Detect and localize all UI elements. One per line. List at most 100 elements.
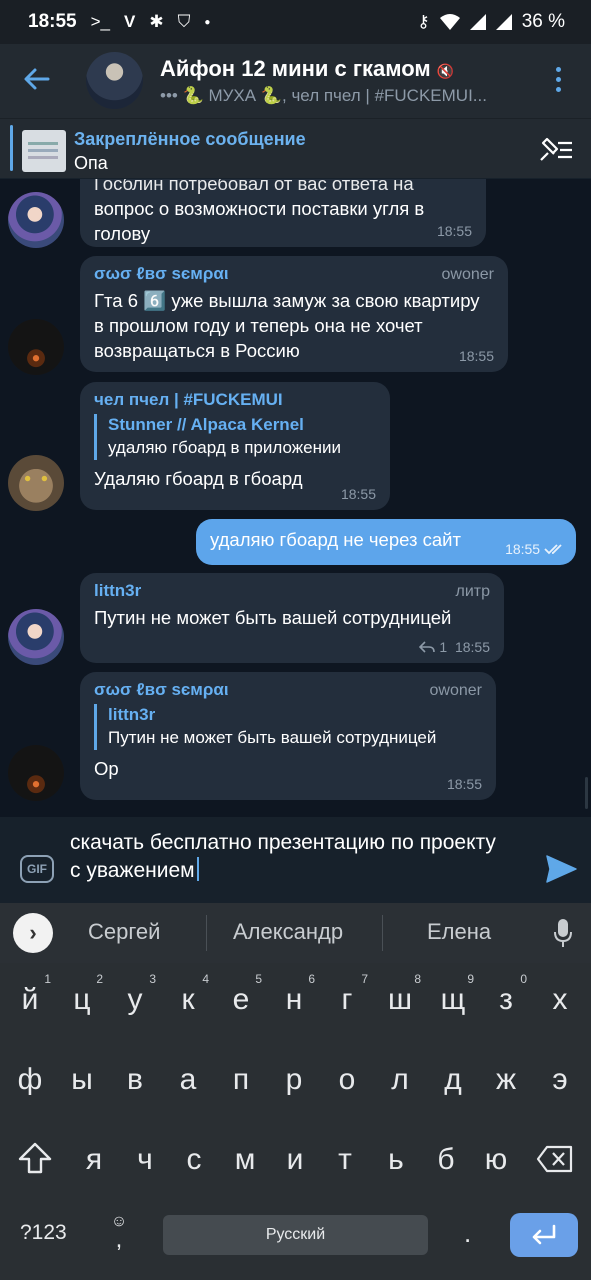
- key-с[interactable]: с: [169, 1130, 219, 1190]
- bug-icon: ✱: [149, 12, 164, 31]
- chat-header: Айфон 12 мини с гкамом 🔇 ••• 🐍 МУХА 🐍, че…: [0, 44, 591, 118]
- key-е[interactable]: е5: [216, 970, 266, 1030]
- sender-avatar[interactable]: [8, 319, 64, 375]
- key-ч[interactable]: ч: [120, 1130, 170, 1190]
- suggestion[interactable]: Сергей: [88, 919, 160, 945]
- reply-quote[interactable]: Stunner // Alpaca Kernel удаляю гбоард в…: [94, 414, 376, 460]
- expand-toolbar-icon[interactable]: ›: [13, 913, 53, 953]
- key-з[interactable]: з0: [481, 970, 531, 1030]
- microphone-icon[interactable]: [553, 917, 573, 949]
- key-п[interactable]: п: [216, 1050, 266, 1110]
- key-label: щ: [440, 983, 466, 1016]
- sender-avatar[interactable]: [8, 455, 64, 511]
- key-р[interactable]: р: [269, 1050, 319, 1110]
- message-bubble[interactable]: Госблин потребовал от вас ответа на вопр…: [80, 179, 486, 247]
- key-о[interactable]: о: [322, 1050, 372, 1110]
- gif-button[interactable]: GIF: [20, 855, 54, 883]
- message-bubble[interactable]: чел пчел | #FUCKEMUI Stunner // Alpaca K…: [80, 382, 390, 510]
- key-щ[interactable]: щ9: [428, 970, 478, 1030]
- key-н[interactable]: н6: [269, 970, 319, 1030]
- pinned-thumbnail: [22, 130, 66, 172]
- key-й[interactable]: й1: [5, 970, 55, 1030]
- key-к[interactable]: к4: [163, 970, 213, 1030]
- key-у[interactable]: у3: [110, 970, 160, 1030]
- key-т[interactable]: т: [320, 1130, 370, 1190]
- suggestion[interactable]: Александр: [233, 919, 343, 945]
- sender-name[interactable]: чел пчел | #FUCKEMUI: [94, 390, 376, 410]
- battery-text: 36 %: [521, 11, 565, 32]
- signal-icon: [469, 14, 486, 30]
- chat-avatar[interactable]: [86, 52, 143, 109]
- key-hint: 9: [467, 972, 474, 986]
- key-ж[interactable]: ж: [481, 1050, 531, 1110]
- key-б[interactable]: б: [421, 1130, 471, 1190]
- sender-avatar[interactable]: [8, 745, 64, 801]
- comma-key[interactable]: ☺ ,: [104, 1213, 134, 1259]
- key-label: ж: [495, 1063, 517, 1096]
- key-ц[interactable]: ц2: [57, 970, 107, 1030]
- key-label: у: [127, 983, 143, 1016]
- comma-label: ,: [115, 1226, 123, 1253]
- reply-count[interactable]: 1: [439, 639, 447, 655]
- shift-icon[interactable]: [17, 1141, 53, 1175]
- key-ю[interactable]: ю: [471, 1130, 521, 1190]
- message-bubble[interactable]: σωσ ℓвσ ѕємραι owoner littn3r Путин не м…: [80, 672, 496, 800]
- key-л[interactable]: л: [375, 1050, 425, 1110]
- message-bubble[interactable]: σωσ ℓвσ ѕємραι owoner Гта 6 6️⃣ уже вышл…: [80, 256, 508, 372]
- message-time: 18:55: [436, 223, 472, 239]
- key-label: м: [234, 1143, 256, 1176]
- key-ф[interactable]: ф: [5, 1050, 55, 1110]
- pinned-message[interactable]: Закреплённое сообщение Опа: [0, 118, 591, 178]
- key-и[interactable]: и: [270, 1130, 320, 1190]
- message-time: 18:55: [505, 541, 566, 557]
- message-text: Удаляю гбоард в гбоард: [94, 468, 303, 489]
- key-hint: 5: [255, 972, 262, 986]
- message-input-bar: GIF скачать бесплатно презентацию по про…: [0, 817, 591, 903]
- chat-title-text: Айфон 12 мини с гкамом: [160, 56, 431, 81]
- key-label: п: [232, 1063, 250, 1096]
- key-э[interactable]: э: [535, 1050, 585, 1110]
- reply-quote[interactable]: littn3r Путин не может быть вашей сотруд…: [94, 704, 482, 750]
- message-bubble[interactable]: littn3r литр Путин не может быть вашей с…: [80, 573, 504, 663]
- reply-count-icon: [419, 641, 436, 653]
- key-я[interactable]: я: [69, 1130, 119, 1190]
- period-key[interactable]: .: [464, 1218, 471, 1249]
- send-icon[interactable]: [544, 853, 578, 885]
- key-г[interactable]: г7: [322, 970, 372, 1030]
- key-а[interactable]: а: [163, 1050, 213, 1110]
- key-label: о: [338, 1063, 356, 1096]
- chat-title[interactable]: Айфон 12 мини с гкамом 🔇: [160, 56, 454, 82]
- key-х[interactable]: х: [535, 970, 585, 1030]
- enter-key[interactable]: [510, 1213, 578, 1257]
- key-ш[interactable]: ш8: [375, 970, 425, 1030]
- message-time: 18:55: [340, 486, 376, 502]
- keyboard: й1ц2у3к4е5н6г7ш8щ9з0х фывапролджэ ячсмит…: [0, 963, 591, 1280]
- message-input[interactable]: скачать бесплатно презентацию по проекту…: [70, 829, 510, 885]
- more-menu-icon[interactable]: [549, 64, 567, 96]
- key-label: т: [338, 1143, 352, 1176]
- message-time: 18:55: [458, 348, 494, 364]
- space-key[interactable]: Русский: [163, 1215, 428, 1255]
- key-д[interactable]: д: [428, 1050, 478, 1110]
- sender-name[interactable]: littn3r: [94, 581, 490, 601]
- pinned-list-icon[interactable]: [538, 135, 574, 163]
- message-list[interactable]: Госблин потребовал от вас ответа на вопр…: [0, 179, 591, 817]
- key-icon: ⚷: [417, 12, 430, 31]
- key-м[interactable]: м: [220, 1130, 270, 1190]
- symbols-key[interactable]: ?123: [20, 1221, 67, 1245]
- outgoing-message-bubble[interactable]: удаляю гбоард не через сайт 18:55: [196, 519, 576, 565]
- key-hint: 1: [44, 972, 51, 986]
- v-icon: V: [124, 12, 136, 31]
- backspace-icon[interactable]: [536, 1145, 574, 1173]
- suggestion[interactable]: Елена: [427, 919, 491, 945]
- key-ы[interactable]: ы: [57, 1050, 107, 1110]
- sender-name[interactable]: σωσ ℓвσ ѕємραι: [94, 264, 494, 284]
- key-в[interactable]: в: [110, 1050, 160, 1110]
- sender-avatar[interactable]: [8, 192, 64, 248]
- back-arrow-icon[interactable]: [22, 64, 52, 94]
- sender-avatar[interactable]: [8, 609, 64, 665]
- sender-name[interactable]: σωσ ℓвσ ѕємραι: [94, 680, 482, 700]
- read-checks-icon: [544, 544, 562, 555]
- scrollbar[interactable]: [585, 777, 588, 809]
- key-ь[interactable]: ь: [371, 1130, 421, 1190]
